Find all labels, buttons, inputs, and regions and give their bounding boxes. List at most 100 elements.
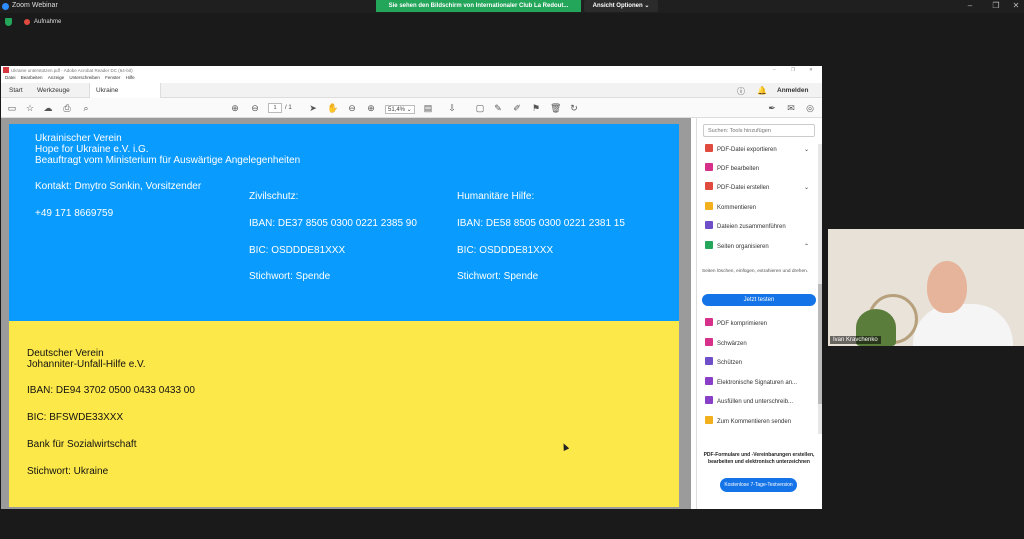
screen-share-banner: Sie sehen den Bildschirm von Internation… — [376, 0, 581, 12]
menu-item-datei[interactable]: Datei — [5, 75, 16, 80]
acrobat-toolbar: ▭ ☆ ☁ ⎙ ⌕ ⊕ ⊖ 1 / 1 ➤ ✋ ⊖ ⊕ 51,4% ⌄ ▤ ⇩ … — [1, 98, 822, 118]
menu-item-bearbeiten[interactable]: Bearbeiten — [21, 75, 43, 80]
menu-item-unterschreiben[interactable]: Unterschreiben — [69, 75, 100, 80]
german-org-label: Deutscher Verein — [27, 348, 104, 359]
tools-pane: PDF-Datei exportieren ⌄ PDF bearbeiten PD… — [696, 118, 822, 509]
tool-send-for-comments[interactable]: Zum Kommentieren senden — [705, 416, 813, 428]
tool-protect[interactable]: Schützen — [705, 357, 813, 369]
scroll-mode-icon[interactable]: ⇩ — [447, 103, 457, 113]
highlight-pen-icon[interactable]: ✎ — [493, 103, 503, 113]
tool-fill-sign[interactable]: Ausfüllen und unterschreib... — [705, 396, 813, 408]
free-trial-button[interactable]: Kostenlose 7-Tage-Testversion — [720, 478, 797, 492]
help-icon[interactable]: ⓘ — [737, 86, 745, 97]
promo-text: PDF-Formulare und -Vereinbarungen erstel… — [703, 452, 815, 465]
upload-cloud-icon[interactable]: ☁ — [43, 103, 53, 113]
zoom-logo-icon — [2, 3, 9, 10]
acrobat-window-title: Ukraine unterstützen.pdf - Adobe Acrobat… — [11, 68, 133, 73]
mail-icon[interactable]: ✉ — [786, 103, 796, 113]
scrollbar-thumb[interactable] — [818, 284, 822, 404]
stamp-icon[interactable]: ⚑ — [531, 103, 541, 113]
zivilschutz-iban: IBAN: DE37 8505 0300 0221 2385 90 — [249, 218, 417, 229]
zoom-window-title: Zoom Webinar — [12, 2, 58, 9]
tool-label: Zum Kommentieren senden — [717, 419, 792, 425]
chevron-down-icon[interactable]: ⌄ — [804, 144, 809, 156]
signin-button[interactable]: Anmelden — [777, 87, 808, 94]
tool-create-pdf[interactable]: PDF-Datei erstellen ⌄ — [705, 182, 813, 194]
page-down-icon[interactable]: ⊖ — [250, 103, 260, 113]
redact-pen-icon — [705, 338, 713, 346]
zoom-status-bar: Aufnahme — [0, 14, 1024, 30]
tool-label: PDF komprimieren — [717, 321, 768, 327]
tool-compress-pdf[interactable]: PDF komprimieren — [705, 318, 813, 330]
share-icon[interactable]: ◎ — [805, 103, 815, 113]
organize-pages-description: Seiten löschen, einfügen, extrahieren un… — [702, 269, 809, 274]
minimize-icon[interactable]: – — [960, 1, 980, 10]
zoom-out-icon[interactable]: ⊖ — [347, 103, 357, 113]
zoom-level-value: 51,4% — [388, 107, 406, 113]
fill-sign-icon[interactable]: ✒ — [767, 103, 777, 113]
zoom-level-select[interactable]: 51,4% ⌄ — [385, 105, 415, 114]
chevron-down-icon: ⌄ — [644, 3, 650, 9]
participant-name-label: Ivan Kravchenko — [830, 336, 881, 344]
tool-label: Kommentieren — [717, 205, 757, 211]
tool-export-pdf[interactable]: PDF-Datei exportieren ⌄ — [705, 144, 813, 156]
protect-shield-icon — [705, 357, 713, 365]
acrobat-close-icon[interactable]: ✕ — [809, 67, 813, 73]
tool-organize-pages[interactable]: Seiten organisieren ⌃ — [705, 241, 813, 253]
chevron-up-icon[interactable]: ⌃ — [804, 241, 809, 253]
tool-e-signatures[interactable]: Elektronische Signaturen an... — [705, 377, 813, 389]
acrobat-maximize-icon[interactable]: ❐ — [791, 67, 795, 73]
menu-item-hilfe[interactable]: Hilfe — [126, 75, 135, 80]
humanitaere-iban: IBAN: DE58 8505 0300 0221 2381 15 — [457, 218, 625, 229]
tool-redact[interactable]: Schwärzen — [705, 338, 813, 350]
tool-comment[interactable]: Kommentieren — [705, 202, 813, 214]
humanitaere-title: Humanitäre Hilfe: — [457, 191, 535, 202]
acrobat-titlebar: Ukraine unterstützen.pdf - Adobe Acrobat… — [1, 66, 822, 75]
zivilschutz-title: Zivilschutz: — [249, 191, 299, 202]
close-icon[interactable]: ✕ — [1006, 1, 1024, 10]
tool-label: Elektronische Signaturen an... — [717, 380, 798, 386]
comment-icon[interactable]: ▢ — [475, 103, 485, 113]
view-options-button[interactable]: Ansicht Optionen ⌄ — [584, 0, 658, 12]
tab-werkzeuge[interactable]: Werkzeuge — [31, 83, 76, 98]
delete-icon[interactable]: 🗑 — [550, 103, 561, 113]
pdf-document-area[interactable]: Ukrainischer Verein Hope for Ukraine e.V… — [1, 118, 691, 509]
menu-item-anzeige[interactable]: Anzeige — [48, 75, 64, 80]
chevron-down-icon[interactable]: ⌄ — [804, 182, 809, 194]
pdf-blue-section: Ukrainischer Verein Hope for Ukraine e.V… — [9, 124, 679, 321]
bell-icon[interactable]: 🔔 — [757, 86, 767, 95]
print-icon[interactable]: ⎙ — [62, 103, 72, 113]
rotate-icon[interactable]: ↻ — [569, 103, 579, 113]
ukrainian-org-label: Ukrainischer Verein — [35, 133, 122, 144]
menu-item-fenster[interactable]: Fenster — [105, 75, 120, 80]
tools-search-input[interactable] — [703, 124, 815, 137]
zoom-in-icon[interactable]: ⊕ — [366, 103, 376, 113]
hand-tool-icon[interactable]: ✋ — [327, 103, 338, 113]
search-icon[interactable]: ⌕ — [81, 103, 91, 113]
draw-icon[interactable]: ✐ — [512, 103, 522, 113]
bookmark-star-icon[interactable]: ☆ — [25, 103, 35, 113]
select-cursor-icon[interactable]: ➤ — [308, 103, 318, 113]
tools-pane-scrollbar[interactable] — [818, 144, 822, 434]
tool-combine-files[interactable]: Dateien zusammenführen — [705, 221, 813, 233]
security-shield-icon[interactable] — [5, 18, 12, 26]
tool-label: Ausfüllen und unterschreib... — [717, 399, 794, 405]
tool-label: Dateien zusammenführen — [717, 224, 786, 230]
tool-edit-pdf[interactable]: PDF bearbeiten — [705, 163, 813, 175]
save-icon[interactable]: ▭ — [7, 103, 17, 113]
tab-start[interactable]: Start — [3, 83, 29, 98]
participant-video-tile[interactable]: Ivan Kravchenko — [828, 229, 1024, 346]
tab-document[interactable]: Ukraine unterstütz...× — [89, 83, 161, 109]
edit-pdf-icon — [705, 163, 713, 171]
page-fit-icon[interactable]: ▤ — [423, 103, 433, 113]
comment-bubble-icon — [705, 202, 713, 210]
page-up-icon[interactable]: ⊕ — [230, 103, 240, 113]
try-now-button[interactable]: Jetzt testen — [702, 294, 816, 306]
maximize-icon[interactable]: ❐ — [986, 1, 1006, 10]
contact-person: Kontakt: Dmytro Sonkin, Vorsitzender — [35, 181, 202, 192]
tool-label: Seiten organisieren — [717, 244, 769, 250]
pdf-yellow-section: Deutscher Verein Johanniter-Unfall-Hilfe… — [9, 321, 679, 507]
page-number-input[interactable]: 1 — [268, 103, 282, 113]
german-stichwort: Stichwort: Ukraine — [27, 466, 109, 477]
acrobat-minimize-icon[interactable]: – — [773, 67, 776, 72]
